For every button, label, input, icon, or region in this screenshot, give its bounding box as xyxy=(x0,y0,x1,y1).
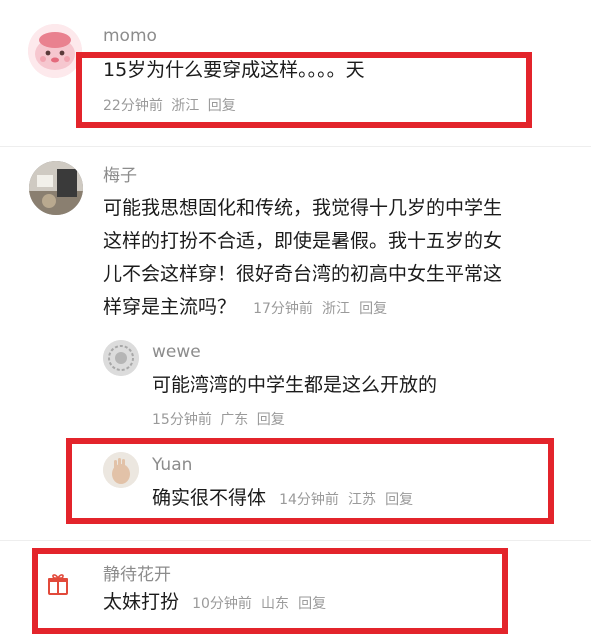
reply-time: 15分钟前 xyxy=(152,412,212,428)
comment-text-line: 样穿是主流吗？ xyxy=(103,296,237,318)
comment-text-line: 可能我思想固化和传统，我觉得十几岁的中学生 xyxy=(103,197,503,219)
comment-username[interactable]: 梅子 xyxy=(103,161,137,186)
comment-text-line: 儿不会这样穿！很好奇台湾的初高中女生平常这 xyxy=(103,263,503,285)
highlight-box xyxy=(76,52,532,128)
comment-time: 17分钟前 xyxy=(253,301,313,317)
reply-button[interactable]: 回复 xyxy=(359,301,387,317)
avatar-meizi[interactable] xyxy=(29,161,83,215)
avatar-momo[interactable] xyxy=(28,24,82,78)
reply-text: 可能湾湾的中学生都是这么开放的 xyxy=(152,374,438,396)
reply-location: 广东 xyxy=(220,412,249,428)
reply-button[interactable]: 回复 xyxy=(257,412,285,428)
comment-username[interactable]: momo xyxy=(103,26,157,46)
pink-cartoon-face-icon xyxy=(28,24,82,78)
avatar-wewe[interactable] xyxy=(103,340,139,376)
comment-text-line: 这样的打扮不合适，即使是暑假。我十五岁的女 xyxy=(103,230,503,252)
divider xyxy=(0,540,591,541)
gray-pattern-avatar-icon xyxy=(103,340,139,376)
reply-meta: 15分钟前 广东 回复 xyxy=(152,409,285,429)
divider xyxy=(0,146,591,147)
reply-username[interactable]: wewe xyxy=(152,342,201,362)
highlight-box xyxy=(66,438,554,524)
comment-location: 浙江 xyxy=(322,301,351,317)
photo-avatar-icon xyxy=(29,161,83,215)
highlight-box xyxy=(32,548,508,634)
comment-last-line: 样穿是主流吗？ 17分钟前 浙江 回复 xyxy=(103,291,387,326)
